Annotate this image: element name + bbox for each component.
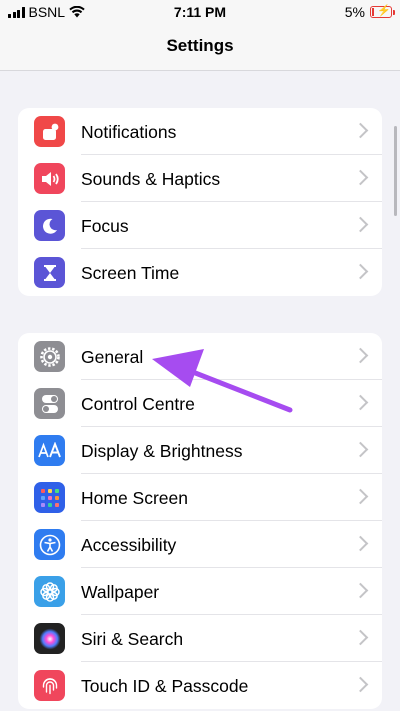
row-label: General xyxy=(81,347,144,367)
row-label: Control Centre xyxy=(81,394,195,414)
toggles-icon xyxy=(34,388,65,419)
row-label: Focus xyxy=(81,216,129,236)
text-size-icon xyxy=(34,435,65,466)
settings-row-general[interactable]: General xyxy=(18,333,382,380)
row-label: Sounds & Haptics xyxy=(81,169,221,189)
chevron-right-icon xyxy=(352,169,369,186)
navigation-bar: Settings xyxy=(0,24,400,71)
settings-row-sounds-haptics[interactable]: Sounds & Haptics xyxy=(18,155,382,202)
chevron-right-icon xyxy=(352,441,369,458)
settings-row-screen-time[interactable]: Screen Time xyxy=(18,249,382,296)
chevron-right-icon xyxy=(352,629,369,646)
settings-row-home-screen[interactable]: Home Screen xyxy=(18,474,382,521)
battery-percent: 5% xyxy=(344,4,365,20)
settings-group-2: General Control Centre Display & Brightn… xyxy=(18,333,382,709)
battery-icon: ⚡ xyxy=(370,5,395,18)
settings-row-notifications[interactable]: Notifications xyxy=(18,108,382,155)
chevron-right-icon xyxy=(352,394,369,411)
row-label: Screen Time xyxy=(81,263,180,283)
clock: 7:11 PM xyxy=(173,4,227,20)
status-right: 5% ⚡ xyxy=(344,4,395,20)
row-label: Touch ID & Passcode xyxy=(81,676,249,696)
chevron-right-icon xyxy=(352,263,369,280)
chevron-right-icon xyxy=(352,216,369,233)
status-bar: BSNL 7:11 PM 5% ⚡ xyxy=(0,0,400,24)
chevron-right-icon xyxy=(352,488,369,505)
settings-group-1: Notifications Sounds & Haptics Focus Scr… xyxy=(18,108,382,296)
moon-icon xyxy=(34,210,65,241)
chevron-right-icon xyxy=(352,347,369,364)
settings-row-accessibility[interactable]: Accessibility xyxy=(18,521,382,568)
speaker-icon xyxy=(34,163,65,194)
siri-icon xyxy=(34,623,65,654)
settings-row-display-brightness[interactable]: Display & Brightness xyxy=(18,427,382,474)
flower-icon xyxy=(34,576,65,607)
settings-row-touch-id-passcode[interactable]: Touch ID & Passcode xyxy=(18,662,382,709)
row-label: Notifications xyxy=(81,122,177,142)
row-label: Display & Brightness xyxy=(81,441,243,461)
charging-bolt-icon: ⚡ xyxy=(377,5,391,17)
scrollbar[interactable] xyxy=(394,126,397,216)
row-label: Wallpaper xyxy=(81,582,160,602)
chevron-right-icon xyxy=(352,582,369,599)
accessibility-icon xyxy=(34,529,65,560)
app-grid-icon xyxy=(34,482,65,513)
settings-row-control-centre[interactable]: Control Centre xyxy=(18,380,382,427)
notifications-icon xyxy=(34,116,65,147)
gear-icon xyxy=(34,341,65,372)
chevron-right-icon xyxy=(352,122,369,139)
settings-row-focus[interactable]: Focus xyxy=(18,202,382,249)
fingerprint-icon xyxy=(34,670,65,701)
row-label: Siri & Search xyxy=(81,629,184,649)
page-title: Settings xyxy=(166,36,234,55)
settings-row-siri-search[interactable]: Siri & Search xyxy=(18,615,382,662)
settings-row-wallpaper[interactable]: Wallpaper xyxy=(18,568,382,615)
row-label: Accessibility xyxy=(81,535,177,555)
chevron-right-icon xyxy=(352,676,369,693)
chevron-right-icon xyxy=(352,535,369,552)
hourglass-icon xyxy=(34,257,65,288)
row-label: Home Screen xyxy=(81,488,188,508)
